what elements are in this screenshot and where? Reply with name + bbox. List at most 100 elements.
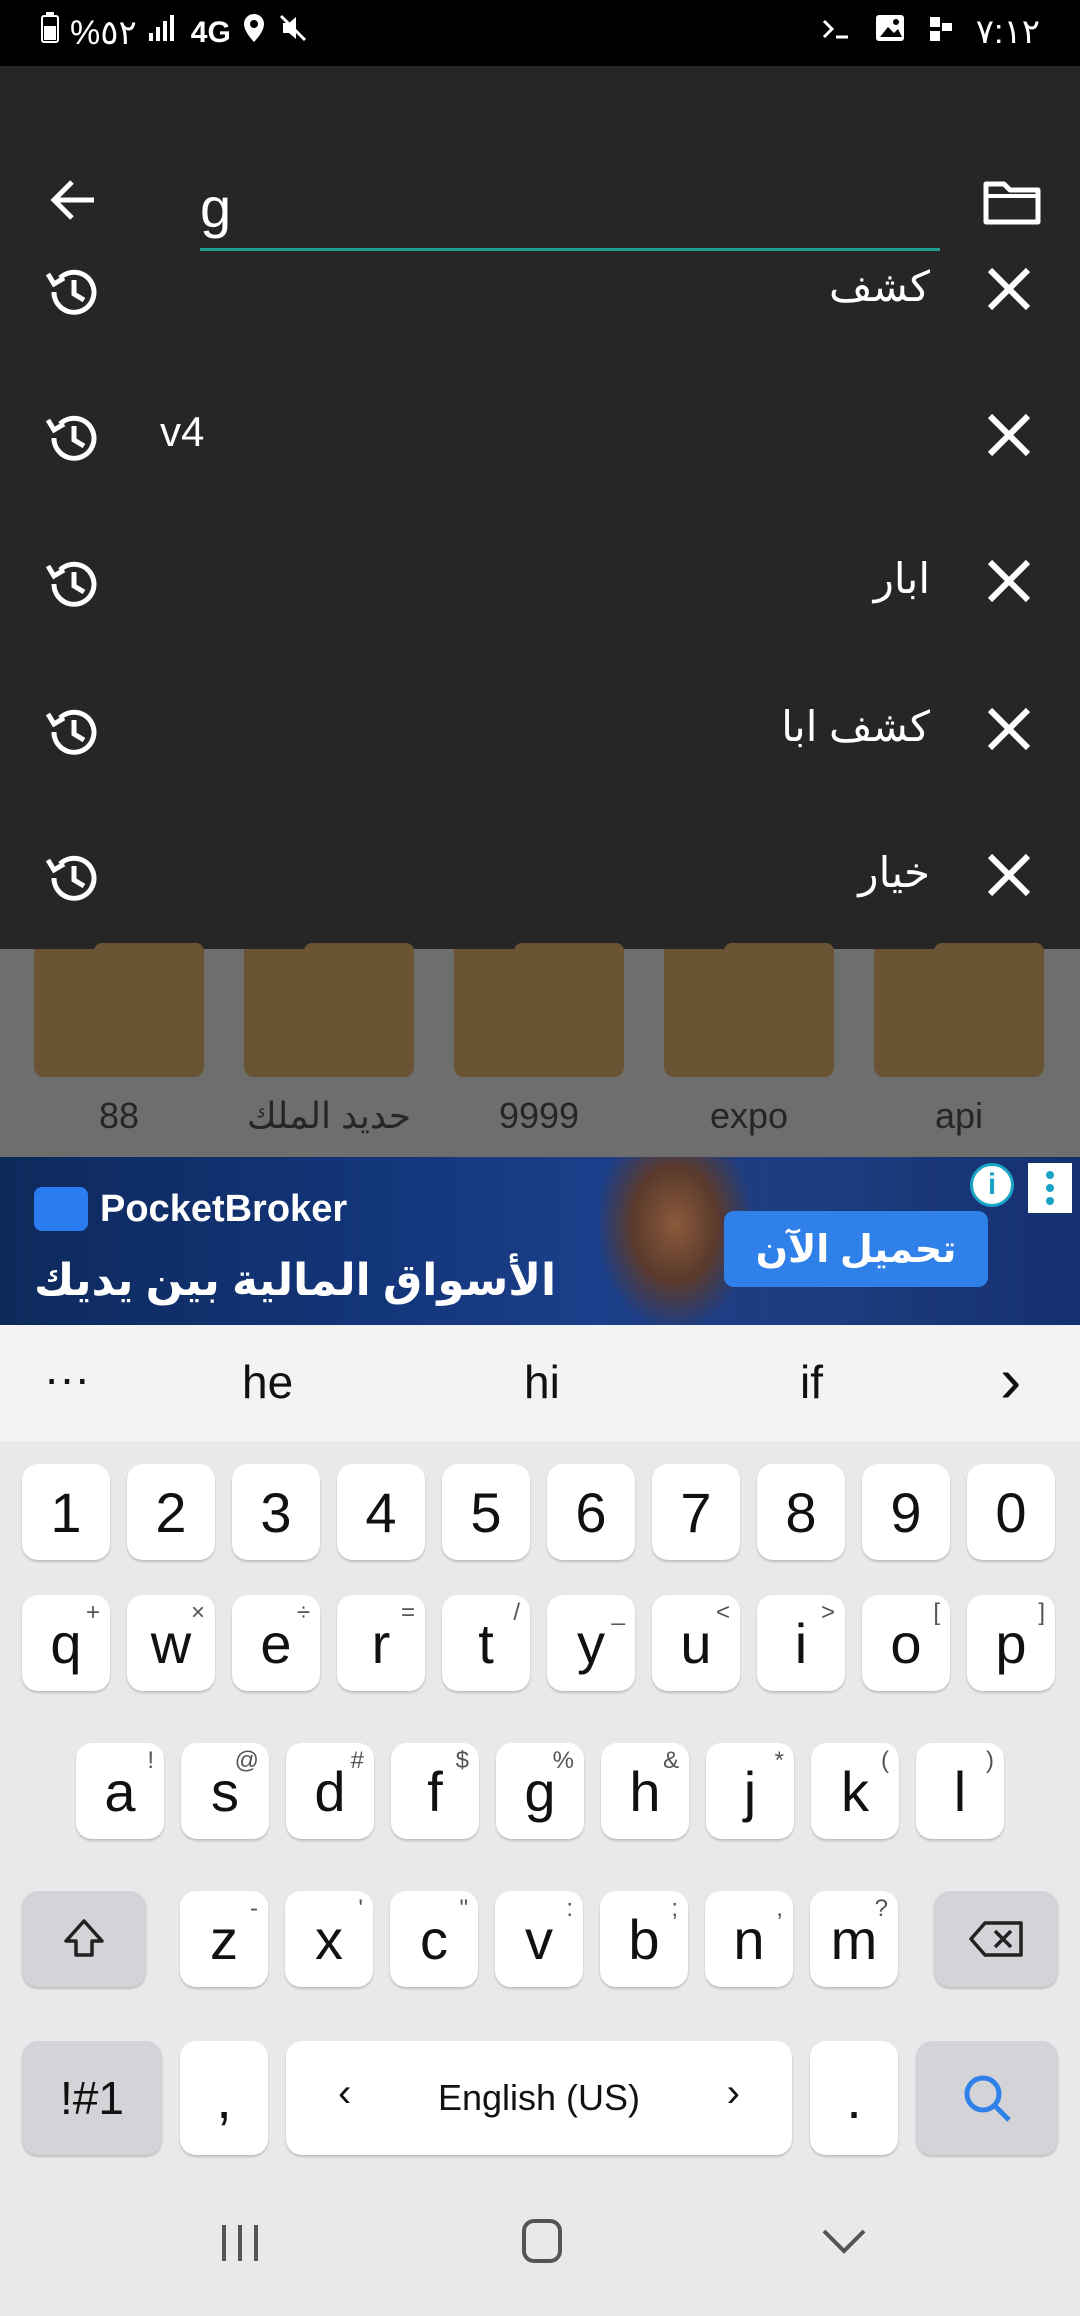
letter-key[interactable]: s @: [181, 1743, 269, 1839]
key-label: 7: [680, 1480, 712, 1544]
key-label: j: [743, 1759, 757, 1823]
key-label: .: [846, 2066, 862, 2130]
remove-history-button[interactable]: [980, 846, 1038, 904]
letter-key[interactable]: v:: [495, 1891, 583, 1987]
suggestion-item[interactable]: if: [800, 1355, 823, 1409]
hide-keyboard-button[interactable]: [820, 2221, 868, 2266]
letter-key[interactable]: n,: [705, 1891, 793, 1987]
ad-menu-icon[interactable]: [1028, 1163, 1072, 1213]
letter-key[interactable]: p]: [967, 1595, 1055, 1691]
search-history-item[interactable]: كشف ابا: [0, 660, 1080, 800]
remove-history-button[interactable]: [980, 406, 1038, 464]
close-icon: [987, 707, 1031, 751]
key-label: m: [830, 1907, 878, 1971]
letter-key[interactable]: h &: [601, 1743, 689, 1839]
history-icon: [40, 700, 104, 764]
number-key[interactable]: 8: [757, 1464, 845, 1560]
chevron-left-icon: ‹: [338, 2071, 352, 2115]
letter-key[interactable]: z-: [180, 1891, 268, 1987]
key-label: v: [525, 1907, 553, 1971]
search-history-item[interactable]: كشف: [0, 220, 1080, 360]
key-label: n: [733, 1907, 765, 1971]
space-key[interactable]: English (US) ‹ ›: [286, 2041, 792, 2155]
number-key[interactable]: 3: [232, 1464, 320, 1560]
key-hint: ×: [190, 1599, 205, 1626]
suggestion-more-button[interactable]: ···: [44, 1351, 90, 1405]
suggestion-next-button[interactable]: ›: [1000, 1343, 1021, 1417]
key-label: z: [210, 1907, 238, 1971]
letter-key[interactable]: m?: [810, 1891, 898, 1987]
remove-history-button[interactable]: [980, 260, 1038, 318]
key-hint: @: [234, 1747, 259, 1774]
search-history-item[interactable]: خيار: [0, 806, 1080, 946]
key-label: l: [953, 1759, 967, 1823]
key-hint: /: [513, 1599, 520, 1626]
letter-key[interactable]: g%: [496, 1743, 584, 1839]
letter-key[interactable]: r =: [337, 1595, 425, 1691]
status-left: %٥٢ 4G: [40, 12, 309, 53]
letter-key[interactable]: t /: [442, 1595, 530, 1691]
number-key[interactable]: 9: [862, 1464, 950, 1560]
key-hint: -: [250, 1895, 258, 1922]
letter-key[interactable]: f $: [391, 1743, 479, 1839]
letter-key[interactable]: b;: [600, 1891, 688, 1987]
suggestion-item[interactable]: he: [242, 1355, 293, 1409]
number-key[interactable]: 2: [127, 1464, 215, 1560]
letter-key[interactable]: c ": [390, 1891, 478, 1987]
letter-key[interactable]: i >: [757, 1595, 845, 1691]
letter-key[interactable]: q +: [22, 1595, 110, 1691]
letter-key[interactable]: x ': [285, 1891, 373, 1987]
ad-download-button[interactable]: تحميل الآن: [724, 1211, 988, 1287]
status-bar: %٥٢ 4G ٧:١٢: [0, 0, 1080, 66]
letter-key[interactable]: k(: [811, 1743, 899, 1839]
comma-key[interactable]: ,: [180, 2041, 268, 2155]
period-key[interactable]: .: [810, 2041, 898, 2155]
key-hint: =: [400, 1599, 415, 1626]
backspace-icon: [969, 1921, 1023, 1957]
key-hint: #: [350, 1747, 364, 1774]
letter-key[interactable]: y _: [547, 1595, 635, 1691]
key-label: English (US): [437, 2077, 641, 2118]
letter-key[interactable]: e ÷: [232, 1595, 320, 1691]
brand-logo-icon: [34, 1187, 88, 1231]
history-item-text: ابار: [873, 555, 930, 602]
key-hint: ?: [874, 1895, 888, 1922]
number-key[interactable]: 1: [22, 1464, 110, 1560]
remove-history-button[interactable]: [980, 700, 1038, 758]
ad-info-icon[interactable]: i: [970, 1163, 1014, 1207]
letter-key[interactable]: w ×: [127, 1595, 215, 1691]
suggestion-item[interactable]: hi: [524, 1355, 560, 1409]
chevron-right-icon: ›: [726, 2071, 740, 2115]
number-key[interactable]: 6: [547, 1464, 635, 1560]
search-history-item[interactable]: ابار: [0, 512, 1080, 652]
search-key[interactable]: [916, 2041, 1058, 2155]
key-hint: ": [459, 1895, 468, 1922]
backspace-key[interactable]: [934, 1891, 1058, 1987]
home-button[interactable]: [520, 2217, 564, 2270]
number-key[interactable]: 5: [442, 1464, 530, 1560]
folder-label: حديد الملك: [246, 1095, 412, 1136]
chevron-down-icon: [822, 2229, 866, 2254]
recent-apps-button[interactable]: [216, 2221, 264, 2270]
close-icon: [987, 267, 1031, 311]
remove-history-button[interactable]: [980, 552, 1038, 610]
folder-label: 9999: [498, 1095, 580, 1136]
key-label: k: [841, 1759, 869, 1823]
recent-apps-icon: [222, 2225, 258, 2261]
letter-key[interactable]: l): [916, 1743, 1004, 1839]
search-history-item[interactable]: v4: [0, 366, 1080, 506]
letter-key[interactable]: u <: [652, 1595, 740, 1691]
number-key[interactable]: 0: [967, 1464, 1055, 1560]
letter-key[interactable]: j *: [706, 1743, 794, 1839]
number-key[interactable]: 4: [337, 1464, 425, 1560]
clock: ٧:١٢: [975, 13, 1040, 51]
symbols-key[interactable]: !#1: [22, 2041, 162, 2155]
letter-key[interactable]: o[: [862, 1595, 950, 1691]
letter-key[interactable]: d #: [286, 1743, 374, 1839]
ad-banner[interactable]: PocketBroker الأسواق المالية بين يديك تح…: [0, 1157, 1080, 1325]
letter-key[interactable]: a!: [76, 1743, 164, 1839]
key-hint: >: [820, 1599, 835, 1626]
shift-key[interactable]: [22, 1891, 146, 1987]
number-key[interactable]: 7: [652, 1464, 740, 1560]
signal-icon: [147, 13, 181, 52]
